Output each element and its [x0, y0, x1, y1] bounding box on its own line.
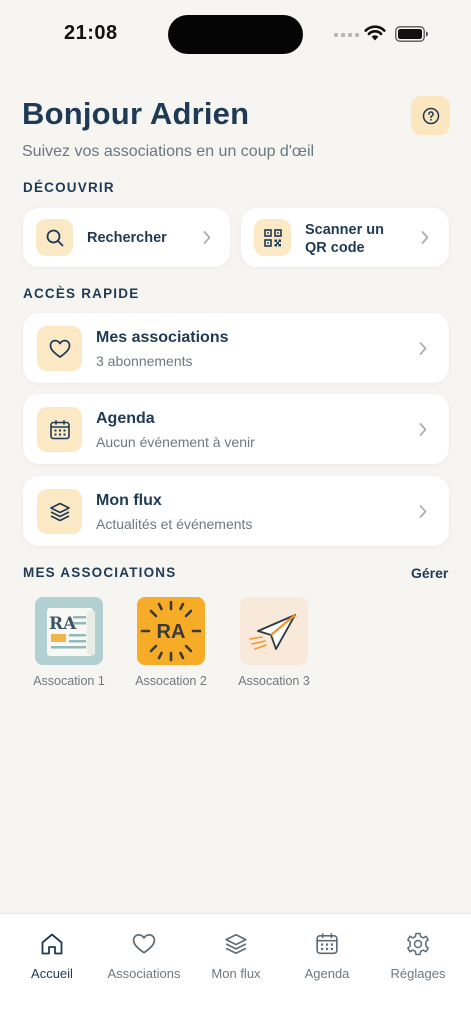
association-logo: [240, 597, 308, 665]
quick-access-subtitle: Actualités et événements: [96, 516, 253, 532]
association-name: Assocation 2: [135, 674, 207, 688]
sunburst-logo-icon: RA: [140, 600, 202, 662]
quick-access-title: Mon flux: [96, 492, 162, 509]
calendar-icon-tile: [37, 407, 82, 452]
search-icon-tile: [36, 219, 73, 256]
dynamic-island: [168, 15, 303, 54]
tab-my-feed[interactable]: Mon flux: [190, 930, 282, 981]
manage-associations-button[interactable]: Gérer: [411, 565, 448, 581]
quick-access-agenda[interactable]: Agenda Aucun événement à venir: [23, 394, 449, 464]
scan-qr-label-line2: QR code: [305, 240, 365, 256]
chevron-right-icon: [419, 505, 427, 518]
association-logo-text: RA: [49, 614, 77, 634]
greeting-title: Bonjour Adrien: [22, 96, 250, 131]
chevron-right-icon: [203, 231, 211, 244]
newspaper-logo-icon: RA: [47, 608, 95, 656]
paper-plane-logo-icon: [249, 614, 296, 650]
tab-settings[interactable]: Réglages: [372, 930, 464, 981]
section-label-discover: DÉCOUVRIR: [23, 180, 115, 195]
quick-access-subtitle: 3 abonnements: [96, 353, 193, 369]
association-tile[interactable]: Assocation 3: [219, 597, 329, 688]
greeting-subtitle: Suivez vos associations en un coup d'œil: [22, 143, 315, 160]
calendar-icon: [49, 419, 70, 439]
association-name: Assocation 1: [33, 674, 105, 688]
heart-icon-tile: [37, 326, 82, 371]
quick-access-my-feed[interactable]: Mon flux Actualités et événements: [23, 476, 449, 546]
status-bar: 21:08: [0, 0, 471, 70]
association-tile[interactable]: RA Assocation 2: [116, 597, 226, 688]
section-label-quick-access: ACCÈS RAPIDE: [23, 286, 140, 301]
help-button[interactable]: [411, 96, 450, 135]
quick-access-title: Mes associations: [96, 329, 229, 346]
scan-qr-label-line1: Scanner un: [305, 222, 384, 238]
association-name: Assocation 3: [238, 674, 310, 688]
association-logo-text: RA: [157, 621, 186, 643]
association-logo: RA: [35, 597, 103, 665]
tab-label: Agenda: [304, 966, 350, 981]
search-icon: [46, 229, 63, 246]
association-logo: RA: [137, 597, 205, 665]
wifi-icon: [364, 25, 386, 41]
association-tile[interactable]: RA Assocation 1: [14, 597, 124, 688]
qr-code-icon: [263, 228, 282, 247]
tab-label: Associations: [107, 966, 181, 981]
scan-qr-label: Scanner un QR code: [305, 221, 384, 257]
tab-label: Réglages: [390, 966, 446, 981]
section-label-my-associations: MES ASSOCIATIONS: [23, 565, 177, 580]
battery-icon: [395, 26, 428, 42]
status-time: 21:08: [64, 22, 118, 44]
heart-icon: [49, 339, 70, 358]
search-label: Rechercher: [87, 230, 167, 246]
layers-icon-tile: [37, 489, 82, 534]
gear-icon: [407, 932, 429, 956]
tab-agenda[interactable]: Agenda: [281, 930, 373, 981]
chevron-right-icon: [421, 231, 429, 244]
layers-icon: [225, 933, 247, 955]
quick-access-subtitle: Aucun événement à venir: [96, 434, 255, 450]
tab-bar: Accueil Associations Mon flux Agenda Rég…: [0, 913, 471, 1024]
quick-access-title: Agenda: [96, 410, 155, 427]
layers-icon: [49, 502, 70, 521]
calendar-icon: [316, 933, 338, 955]
tab-home[interactable]: Accueil: [6, 930, 98, 981]
search-card[interactable]: Rechercher: [23, 208, 230, 267]
chevron-right-icon: [419, 342, 427, 355]
tab-associations[interactable]: Associations: [98, 930, 190, 981]
tab-label: Accueil: [31, 966, 73, 981]
chevron-right-icon: [419, 423, 427, 436]
home-icon: [41, 933, 63, 955]
tab-label: Mon flux: [211, 966, 261, 981]
cellular-signal-icon: [334, 33, 359, 37]
help-icon: [422, 107, 439, 124]
quick-access-my-associations[interactable]: Mes associations 3 abonnements: [23, 313, 449, 383]
scan-qr-card[interactable]: Scanner un QR code: [241, 208, 449, 267]
qr-icon-tile: [254, 219, 291, 256]
heart-icon: [132, 933, 156, 954]
